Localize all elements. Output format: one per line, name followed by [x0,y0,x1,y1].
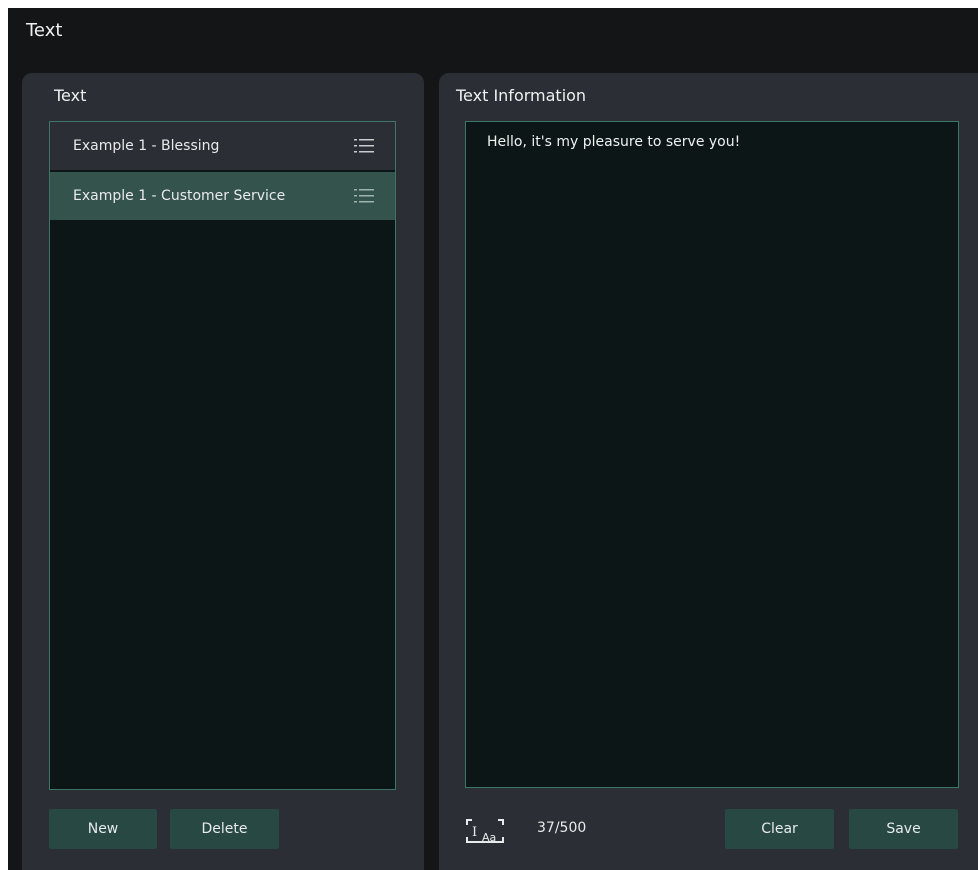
list-item-customer-service[interactable]: Example 1 - Customer Service [50,172,395,220]
text-list-panel: Text Example 1 - Blessing Example 1 - Cu… [22,73,424,870]
list-item-label: Example 1 - Customer Service [73,188,286,204]
new-button[interactable]: New [49,809,157,849]
text-font-icon[interactable]: I Aa [465,817,505,845]
list-item-label: Example 1 - Blessing [73,138,220,154]
text-content-area[interactable]: Hello, it's my pleasure to serve you! [465,121,959,788]
clear-button[interactable]: Clear [725,809,834,849]
svg-text:Aa: Aa [482,831,496,844]
character-count: 37/500 [537,820,587,836]
list-icon[interactable] [354,137,374,155]
text-list-title: Text [54,86,87,105]
text-list: Example 1 - Blessing Example 1 - Custome… [49,121,396,790]
svg-text:I: I [472,825,477,840]
list-icon[interactable] [354,187,374,205]
save-button[interactable]: Save [849,809,958,849]
app-title: Text [26,20,63,41]
text-content: Hello, it's my pleasure to serve you! [487,134,741,150]
app-window: Text Text Example 1 - Blessing Example 1… [8,8,978,870]
text-information-title: Text Information [456,86,587,105]
delete-button[interactable]: Delete [170,809,279,849]
text-information-panel: Text Information Hello, it's my pleasure… [439,73,978,870]
list-item-blessing[interactable]: Example 1 - Blessing [50,122,395,170]
